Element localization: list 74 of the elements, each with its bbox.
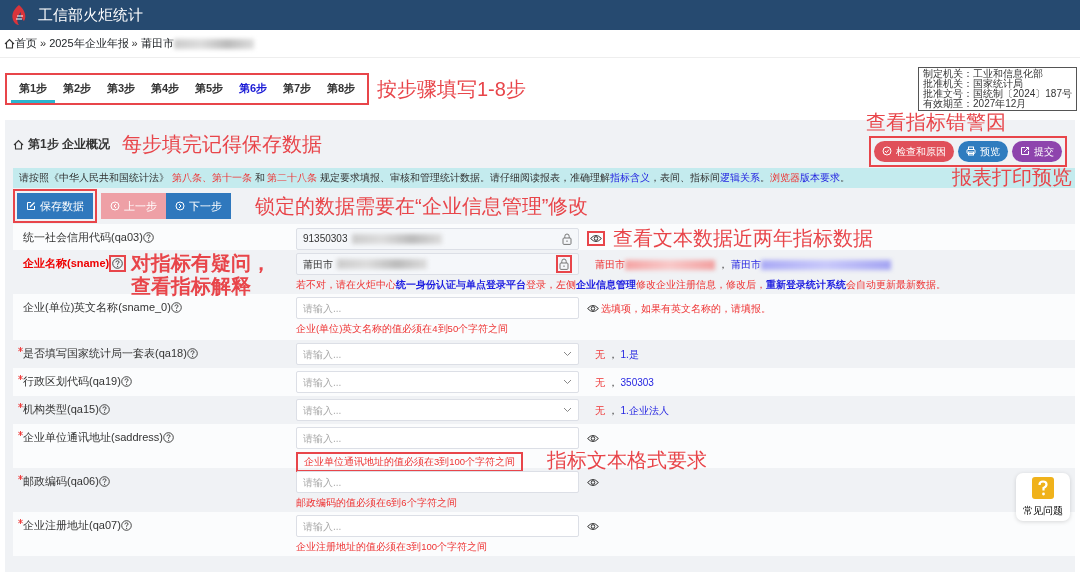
- nav-button[interactable]: 保存数据: [17, 193, 93, 219]
- share-icon: [1020, 146, 1030, 156]
- faq-button[interactable]: 常见问题: [1016, 473, 1070, 521]
- breadcrumb-separator: »: [40, 36, 47, 52]
- annotation-text: 按步骤填写1-8步: [377, 77, 526, 101]
- notice-link[interactable]: 指标含义: [610, 172, 651, 183]
- side-text: 350303: [620, 376, 654, 388]
- side-text: 1.企业法人: [620, 404, 669, 416]
- right-arrow-icon: [175, 201, 185, 211]
- step-tab[interactable]: 第1步: [11, 77, 55, 103]
- help-message: 若不对，请在火炬中心统一身份认证与单点登录平台登录，左侧企业信息管理修改企业注册信息，修改后，重新登录统计系统会自动更新最新数据。: [296, 278, 947, 292]
- question-mark-icon: [1032, 477, 1054, 499]
- action-button[interactable]: 检查和原因: [874, 140, 954, 162]
- annotation-text: 每步填完记得保存数据: [122, 132, 322, 156]
- side-text: 莆田市: [595, 258, 625, 270]
- error-message: 邮政编码的值必须在6到6个字符之间: [296, 496, 457, 510]
- step-tab[interactable]: 第2步: [55, 77, 99, 103]
- side-text: ，: [717, 258, 728, 270]
- annotation-text: 报表打印预览: [952, 166, 1072, 189]
- step-tab[interactable]: 第6步: [231, 77, 275, 103]
- approval-text: 有效期至：2027年12月: [923, 99, 1028, 109]
- annotation-text: 对指标有疑问，查看指标解释: [131, 252, 272, 298]
- side-text: ，: [607, 348, 618, 360]
- field-label: 机构类型(qa15): [23, 402, 99, 417]
- app-title: 工信部火炬统计: [38, 4, 143, 25]
- field-label: 统一社会信用代码(qa03): [23, 230, 143, 245]
- error-message: 企业注册地址的值必须在3到100个字符之间: [296, 540, 488, 554]
- approval-text: 批准机关：国家统计局: [923, 79, 1024, 89]
- action-button[interactable]: 预览: [958, 140, 1008, 162]
- input-field[interactable]: 91350303: [296, 227, 579, 250]
- step-tab[interactable]: 第7步: [275, 77, 319, 103]
- step-tab[interactable]: 第5步: [187, 77, 231, 103]
- home-icon: [13, 138, 24, 150]
- step-tab[interactable]: 第8步: [319, 77, 363, 103]
- approval-text: 制定机关：工业和信息化部: [923, 69, 1045, 79]
- nav-button[interactable]: 下一步: [166, 193, 231, 219]
- caret-icon: [563, 379, 572, 385]
- side-text: 无: [595, 348, 605, 360]
- breadcrumb-separator: »: [131, 36, 138, 52]
- left-arrow-icon: [110, 201, 120, 211]
- panel-title: 第1步 企业概况: [28, 136, 110, 153]
- step-tab[interactable]: 第3步: [99, 77, 143, 103]
- field-label: 是否填写国家统计局一套表(qa18): [23, 346, 187, 361]
- caret-icon: [563, 407, 572, 413]
- field-label: 企业(单位)英文名称(sname_0): [23, 300, 171, 315]
- field-label: 行政区划代码(qa19): [23, 374, 121, 389]
- annotation-text: 查看指标错警因: [866, 111, 1006, 134]
- side-text: 莆田市: [730, 258, 761, 270]
- annotation-text: 查看文本数据近两年指标数据: [613, 227, 873, 250]
- approval-text: 批准文号：国统制〔2024〕187号: [923, 89, 1072, 99]
- annotation-text: 指标文本格式要求: [547, 449, 708, 473]
- field-label: 企业单位通讯地址(saddress): [23, 430, 163, 445]
- side-text: ，: [607, 376, 618, 388]
- edit-icon: [26, 201, 36, 211]
- check-circle-icon: [882, 146, 892, 156]
- annotation-text: 锁定的数据需要在“企业信息管理”修改: [255, 194, 589, 218]
- input-field[interactable]: 莆田市: [296, 253, 579, 275]
- printer-icon: [966, 146, 976, 156]
- side-text: 无: [595, 376, 605, 388]
- side-text: 1.是: [620, 348, 639, 360]
- field-label: 企业名称(sname): [23, 256, 110, 272]
- field-label: 企业注册地址(qa07): [23, 518, 121, 533]
- error-message: 企业(单位)英文名称的值必须在4到50个字符之间: [296, 322, 509, 336]
- side-text: 无: [595, 404, 605, 416]
- caret-icon: [563, 351, 572, 357]
- field-label: 邮政编码(qa06): [23, 474, 99, 489]
- breadcrumb-link[interactable]: 2025年企业年报: [49, 35, 129, 52]
- side-text: ，: [607, 404, 618, 416]
- action-button[interactable]: 提交: [1012, 140, 1062, 162]
- step-tab[interactable]: 第4步: [143, 77, 187, 103]
- breadcrumb-link[interactable]: 莆田市: [140, 35, 174, 52]
- breadcrumb-link[interactable]: 首页: [15, 35, 37, 52]
- hint-text: 选填项，如果有英文名称的，请填报。: [601, 301, 771, 316]
- home-icon: [4, 38, 15, 49]
